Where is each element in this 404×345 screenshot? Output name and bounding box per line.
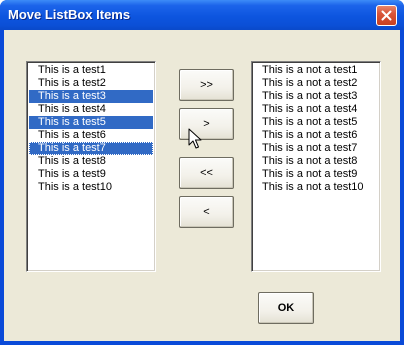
list-item[interactable]: This is a test10 xyxy=(29,181,153,194)
dialog-client-area: This is a test1 This is a test2 This is … xyxy=(4,30,400,341)
list-item[interactable]: This is a test9 xyxy=(29,168,153,181)
dialog-window: Move ListBox Items This is a test1 This … xyxy=(0,0,404,345)
close-button[interactable] xyxy=(376,5,397,26)
list-item[interactable]: This is a test4 xyxy=(29,103,153,116)
list-item[interactable]: This is a not a test4 xyxy=(254,103,378,116)
list-item[interactable]: This is a test5 xyxy=(29,116,153,129)
ok-button[interactable]: OK xyxy=(258,292,314,324)
list-item[interactable]: This is a not a test2 xyxy=(254,77,378,90)
source-listbox[interactable]: This is a test1 This is a test2 This is … xyxy=(26,61,156,272)
move-all-right-button[interactable]: >> xyxy=(179,69,234,101)
mouse-pointer-icon xyxy=(188,128,202,149)
list-item[interactable]: This is a test7 xyxy=(29,142,153,155)
move-all-left-button[interactable]: << xyxy=(179,157,234,189)
list-item[interactable]: This is a not a test3 xyxy=(254,90,378,103)
close-icon xyxy=(381,10,392,21)
list-item[interactable]: This is a not a test7 xyxy=(254,142,378,155)
target-listbox[interactable]: This is a not a test1 This is a not a te… xyxy=(251,61,381,272)
list-item[interactable]: This is a not a test1 xyxy=(254,64,378,77)
list-item[interactable]: This is a not a test8 xyxy=(254,155,378,168)
list-item[interactable]: This is a not a test10 xyxy=(254,181,378,194)
move-left-button[interactable]: < xyxy=(179,196,234,228)
list-item[interactable]: This is a test6 xyxy=(29,129,153,142)
title-bar[interactable]: Move ListBox Items xyxy=(0,0,404,30)
list-item[interactable]: This is a test1 xyxy=(29,64,153,77)
list-item[interactable]: This is a not a test9 xyxy=(254,168,378,181)
list-item[interactable]: This is a test3 xyxy=(29,90,153,103)
list-item[interactable]: This is a not a test5 xyxy=(254,116,378,129)
list-item[interactable]: This is a not a test6 xyxy=(254,129,378,142)
list-item[interactable]: This is a test2 xyxy=(29,77,153,90)
window-title: Move ListBox Items xyxy=(8,7,131,22)
list-item[interactable]: This is a test8 xyxy=(29,155,153,168)
